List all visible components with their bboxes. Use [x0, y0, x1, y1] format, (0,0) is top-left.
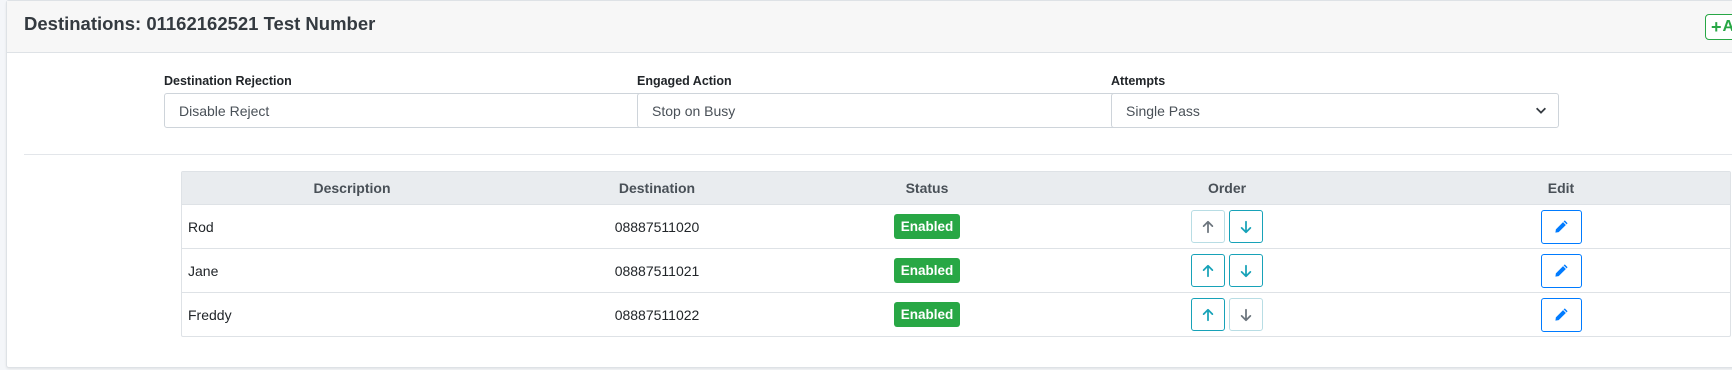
pencil-icon [1554, 307, 1569, 322]
edit-button[interactable] [1540, 209, 1582, 244]
move-down-button[interactable] [1229, 298, 1263, 331]
edit-cell [1392, 293, 1730, 337]
edit-button[interactable] [1540, 253, 1582, 288]
destination-cell: 08887511022 [614, 306, 700, 323]
move-down-button[interactable] [1229, 210, 1263, 243]
engaged-action-label: Engaged Action [637, 74, 732, 88]
column-header-destination: Destination [522, 172, 792, 205]
status-cell: Enabled [792, 204, 1062, 249]
arrow-up-icon [1201, 308, 1215, 322]
description-cell: Jane [182, 248, 522, 293]
arrow-down-icon [1239, 308, 1253, 322]
column-header-description: Description [182, 172, 522, 205]
add-destination-button[interactable]: + A [1705, 14, 1732, 40]
engaged-action-value: Stop on Busy [652, 103, 736, 119]
destinations-table: Description Destination Status Order Edi… [181, 171, 1731, 337]
column-header-status: Status [792, 172, 1062, 205]
arrow-down-icon [1239, 220, 1253, 234]
chevron-down-icon [1536, 107, 1546, 114]
description-cell: Freddy [188, 306, 232, 323]
description-cell: Rod [182, 204, 522, 249]
add-button-label: A [1722, 18, 1732, 35]
arrow-down-icon [1239, 264, 1253, 278]
status-badge: Enabled [893, 258, 961, 283]
card-header: Destinations: 01162162521 Test Number + … [7, 1, 1732, 53]
destinations-card: Destinations: 01162162521 Test Number + … [6, 0, 1732, 368]
status-cell: Enabled [792, 248, 1062, 293]
edit-cell [1392, 248, 1730, 293]
destination-rejection-field: Destination Rejection Disable Reject [164, 74, 688, 128]
attempts-field: Attempts Single Pass [1111, 74, 1559, 128]
page-title: Destinations: 01162162521 Test Number [24, 13, 376, 34]
column-header-order: Order [1062, 172, 1392, 205]
move-up-button[interactable] [1191, 298, 1225, 331]
status-cell: Enabled [792, 293, 1062, 337]
move-up-button[interactable] [1191, 254, 1225, 287]
move-down-button[interactable] [1229, 254, 1263, 287]
arrow-up-icon [1201, 220, 1215, 234]
destination-rejection-select[interactable]: Disable Reject [164, 93, 688, 128]
destination-rejection-label: Destination Rejection [164, 74, 292, 88]
order-cell [1062, 248, 1392, 293]
attempts-label: Attempts [1111, 74, 1166, 88]
move-up-button[interactable] [1191, 210, 1225, 243]
attempts-select[interactable]: Single Pass [1111, 93, 1559, 128]
column-header-edit: Edit [1392, 172, 1730, 205]
engaged-action-field: Engaged Action Stop on Busy [637, 74, 1161, 128]
attempts-value: Single Pass [1126, 103, 1200, 119]
pencil-icon [1554, 263, 1569, 278]
engaged-action-select[interactable]: Stop on Busy [637, 93, 1161, 128]
edit-button[interactable] [1540, 297, 1582, 332]
plus-icon: + [1711, 16, 1722, 37]
status-badge: Enabled [893, 302, 961, 327]
table-row: Rod 08887511020 Enabled [182, 204, 1730, 249]
table-header-row: Description Destination Status Order Edi… [182, 172, 1730, 205]
pencil-icon [1554, 219, 1569, 234]
edit-cell [1392, 204, 1730, 249]
table-row: Freddy 08887511022 Enabled [182, 293, 1730, 337]
order-cell [1062, 293, 1392, 337]
destination-rejection-value: Disable Reject [179, 103, 270, 119]
section-divider [24, 154, 1732, 155]
destination-cell: 08887511020 [522, 204, 792, 249]
arrow-up-icon [1201, 264, 1215, 278]
order-cell [1062, 204, 1392, 249]
status-badge: Enabled [893, 214, 961, 239]
table-row: Jane 08887511021 Enabled [182, 248, 1730, 293]
destination-cell: 08887511021 [522, 248, 792, 293]
